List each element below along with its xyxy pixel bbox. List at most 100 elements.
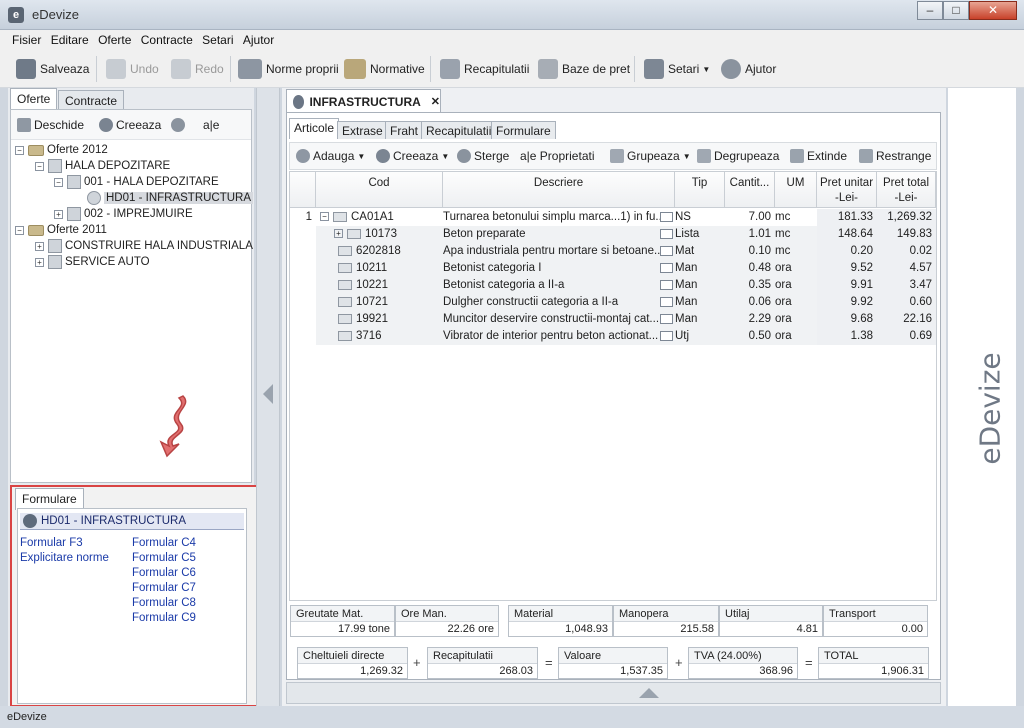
- restrange-button[interactable]: Restrange: [859, 149, 931, 163]
- save-button[interactable]: Salveaza: [16, 56, 89, 82]
- explicitare-norme-link[interactable]: Explicitare norme: [20, 552, 109, 564]
- setari-button[interactable]: Setari ▼: [644, 56, 710, 82]
- table-row[interactable]: 1 − CA01A1 Turnarea betonului simplu marca.…: [290, 209, 936, 226]
- delete-button[interactable]: [171, 118, 188, 132]
- tree-item[interactable]: − Oferte 2012: [15, 142, 108, 158]
- menu-ajutor[interactable]: Ajutor: [240, 30, 277, 47]
- comment-icon[interactable]: [660, 212, 673, 222]
- tab-articole[interactable]: Articole: [289, 118, 340, 139]
- grupeaza-button[interactable]: Grupeaza ▼: [610, 149, 691, 163]
- comment-icon[interactable]: [660, 331, 673, 341]
- summary-sum2-4: TOTAL 1,906.31: [818, 647, 929, 679]
- table-row[interactable]: 3716 Vibrator de interior pentru beton ac…: [290, 328, 936, 345]
- table-row[interactable]: 6202818 Apa industriala pentru mortare si…: [290, 243, 936, 260]
- formular-c5-link[interactable]: Formular C5: [132, 552, 196, 564]
- menu-setari[interactable]: Setari: [199, 30, 236, 47]
- tab-infrastructura[interactable]: INFRASTRUCTURA ✕: [286, 89, 441, 113]
- extinde-button[interactable]: Extinde: [790, 149, 847, 163]
- redo-icon: [171, 59, 191, 79]
- col-descriere[interactable]: Descriere: [443, 172, 675, 208]
- tab-fraht[interactable]: Fraht: [385, 121, 424, 139]
- formular-c4-link[interactable]: Formular C4: [132, 537, 196, 549]
- tree-item[interactable]: − HALA DEPOZITARE: [35, 158, 170, 174]
- comment-icon[interactable]: [660, 297, 673, 307]
- summary-sum2-0: Cheltuieli directe 1,269.32: [297, 647, 408, 679]
- comment-icon[interactable]: [660, 263, 673, 273]
- ungroup-icon: [697, 149, 711, 163]
- degrupeaza-button[interactable]: Degrupeaza: [697, 149, 779, 163]
- grid-toolbar: Adauga ▼ Creeaza ▼ Sterge a|e Proprietati …: [289, 142, 937, 170]
- normative-button[interactable]: Normative: [344, 56, 425, 82]
- undo-button[interactable]: Undo: [106, 56, 159, 82]
- tree-item[interactable]: +002 - IMPREJMUIRE: [54, 206, 193, 222]
- formular-c7-link[interactable]: Formular C7: [132, 582, 196, 594]
- expander-icon[interactable]: −: [320, 212, 329, 222]
- col-tip[interactable]: Tip: [675, 172, 725, 208]
- baze-de-pret-button[interactable]: Baze de pret: [538, 56, 630, 82]
- tree-toolbar: Deschide Creeaza a|e: [11, 110, 251, 140]
- menu-editare[interactable]: Editare: [48, 30, 92, 47]
- comment-icon[interactable]: [660, 314, 673, 324]
- menu-fisier[interactable]: Fisier: [9, 30, 44, 47]
- tree-item[interactable]: − Oferte 2011: [15, 222, 107, 238]
- formular-f3-link[interactable]: Formular F3: [20, 537, 83, 549]
- maximize-button[interactable]: □: [943, 1, 969, 20]
- expander-icon[interactable]: +: [334, 229, 343, 239]
- bottom-expand-bar[interactable]: [286, 682, 941, 704]
- tab-oferte[interactable]: Oferte: [10, 88, 58, 110]
- comment-icon[interactable]: [660, 229, 673, 239]
- project-icon: [67, 207, 81, 221]
- col-um[interactable]: UM: [775, 172, 817, 208]
- app-logo-icon: e: [8, 7, 24, 23]
- col-cod[interactable]: Cod: [316, 172, 443, 208]
- minus-icon: [457, 149, 471, 163]
- tree-item[interactable]: −001 - HALA DEPOZITARE: [54, 174, 219, 190]
- cell-um: ora: [775, 328, 817, 345]
- sterge-button[interactable]: Sterge: [457, 149, 509, 163]
- create-button[interactable]: Creeaza: [99, 118, 161, 132]
- tree-item-selected[interactable]: HD01 - INFRASTRUCTURA: [87, 190, 254, 206]
- tab-contracte[interactable]: Contracte: [58, 90, 125, 110]
- open-button[interactable]: Deschide: [17, 118, 84, 132]
- formular-c8-link[interactable]: Formular C8: [132, 597, 196, 609]
- close-button[interactable]: ✕: [969, 1, 1017, 20]
- table-row[interactable]: +10173 Beton preparate Lista 1.01 mc 148.64 14…: [290, 226, 936, 243]
- col-pret-unitar[interactable]: Pret unitar -Lei-: [817, 172, 877, 208]
- table-row[interactable]: 10221 Betonist categoria a II-a Man 0.35 ora…: [290, 277, 936, 294]
- project-icon: [67, 175, 81, 189]
- tab-formulare[interactable]: Formulare: [15, 488, 84, 510]
- norme-proprii-button[interactable]: Norme proprii: [238, 56, 339, 82]
- rename-button[interactable]: a|e: [203, 118, 219, 132]
- close-tab-icon[interactable]: ✕: [431, 95, 440, 108]
- cell-pu: 1.38: [817, 328, 877, 345]
- table-row[interactable]: 19921 Muncitor deservire constructii-mont…: [290, 311, 936, 328]
- comment-icon[interactable]: [660, 246, 673, 256]
- cell-num: [290, 328, 316, 345]
- tree-item[interactable]: + SERVICE AUTO: [35, 254, 150, 270]
- summary-sum2-2: Valoare 1,537.35: [558, 647, 668, 679]
- col-cantitate[interactable]: Cantit...: [725, 172, 775, 208]
- tree-item[interactable]: + CONSTRUIRE HALA INDUSTRIALA: [35, 238, 253, 254]
- panel-splitter[interactable]: [256, 88, 280, 706]
- help-icon: [721, 59, 741, 79]
- cell-pu: 9.68: [817, 311, 877, 328]
- table-row[interactable]: 10721 Dulgher constructii categoria a II-…: [290, 294, 936, 311]
- ajutor-button[interactable]: Ajutor: [721, 56, 776, 82]
- col-pret-total[interactable]: Pret total -Lei-: [877, 172, 936, 208]
- tab-extrase[interactable]: Extrase: [337, 121, 388, 139]
- tab-recapitulatii[interactable]: Recapitulatii: [421, 121, 497, 139]
- formular-c6-link[interactable]: Formular C6: [132, 567, 196, 579]
- adauga-button[interactable]: Adauga ▼: [296, 149, 365, 163]
- formular-c9-link[interactable]: Formular C9: [132, 612, 196, 624]
- menu-oferte[interactable]: Oferte: [95, 30, 134, 47]
- creeaza-button[interactable]: Creeaza ▼: [376, 149, 449, 163]
- table-row[interactable]: 10211 Betonist categoria I Man 0.48 ora 9.52 4…: [290, 260, 936, 277]
- redo-button[interactable]: Redo: [171, 56, 224, 82]
- proprietati-button[interactable]: a|e Proprietati: [520, 149, 595, 163]
- comment-icon[interactable]: [660, 280, 673, 290]
- menu-contracte[interactable]: Contracte: [138, 30, 196, 47]
- minimize-button[interactable]: –: [917, 1, 943, 20]
- recapitulatii-button[interactable]: Recapitulatii: [440, 56, 529, 82]
- minus-icon: [171, 118, 185, 132]
- tab-formulare-main[interactable]: Formulare: [491, 121, 556, 139]
